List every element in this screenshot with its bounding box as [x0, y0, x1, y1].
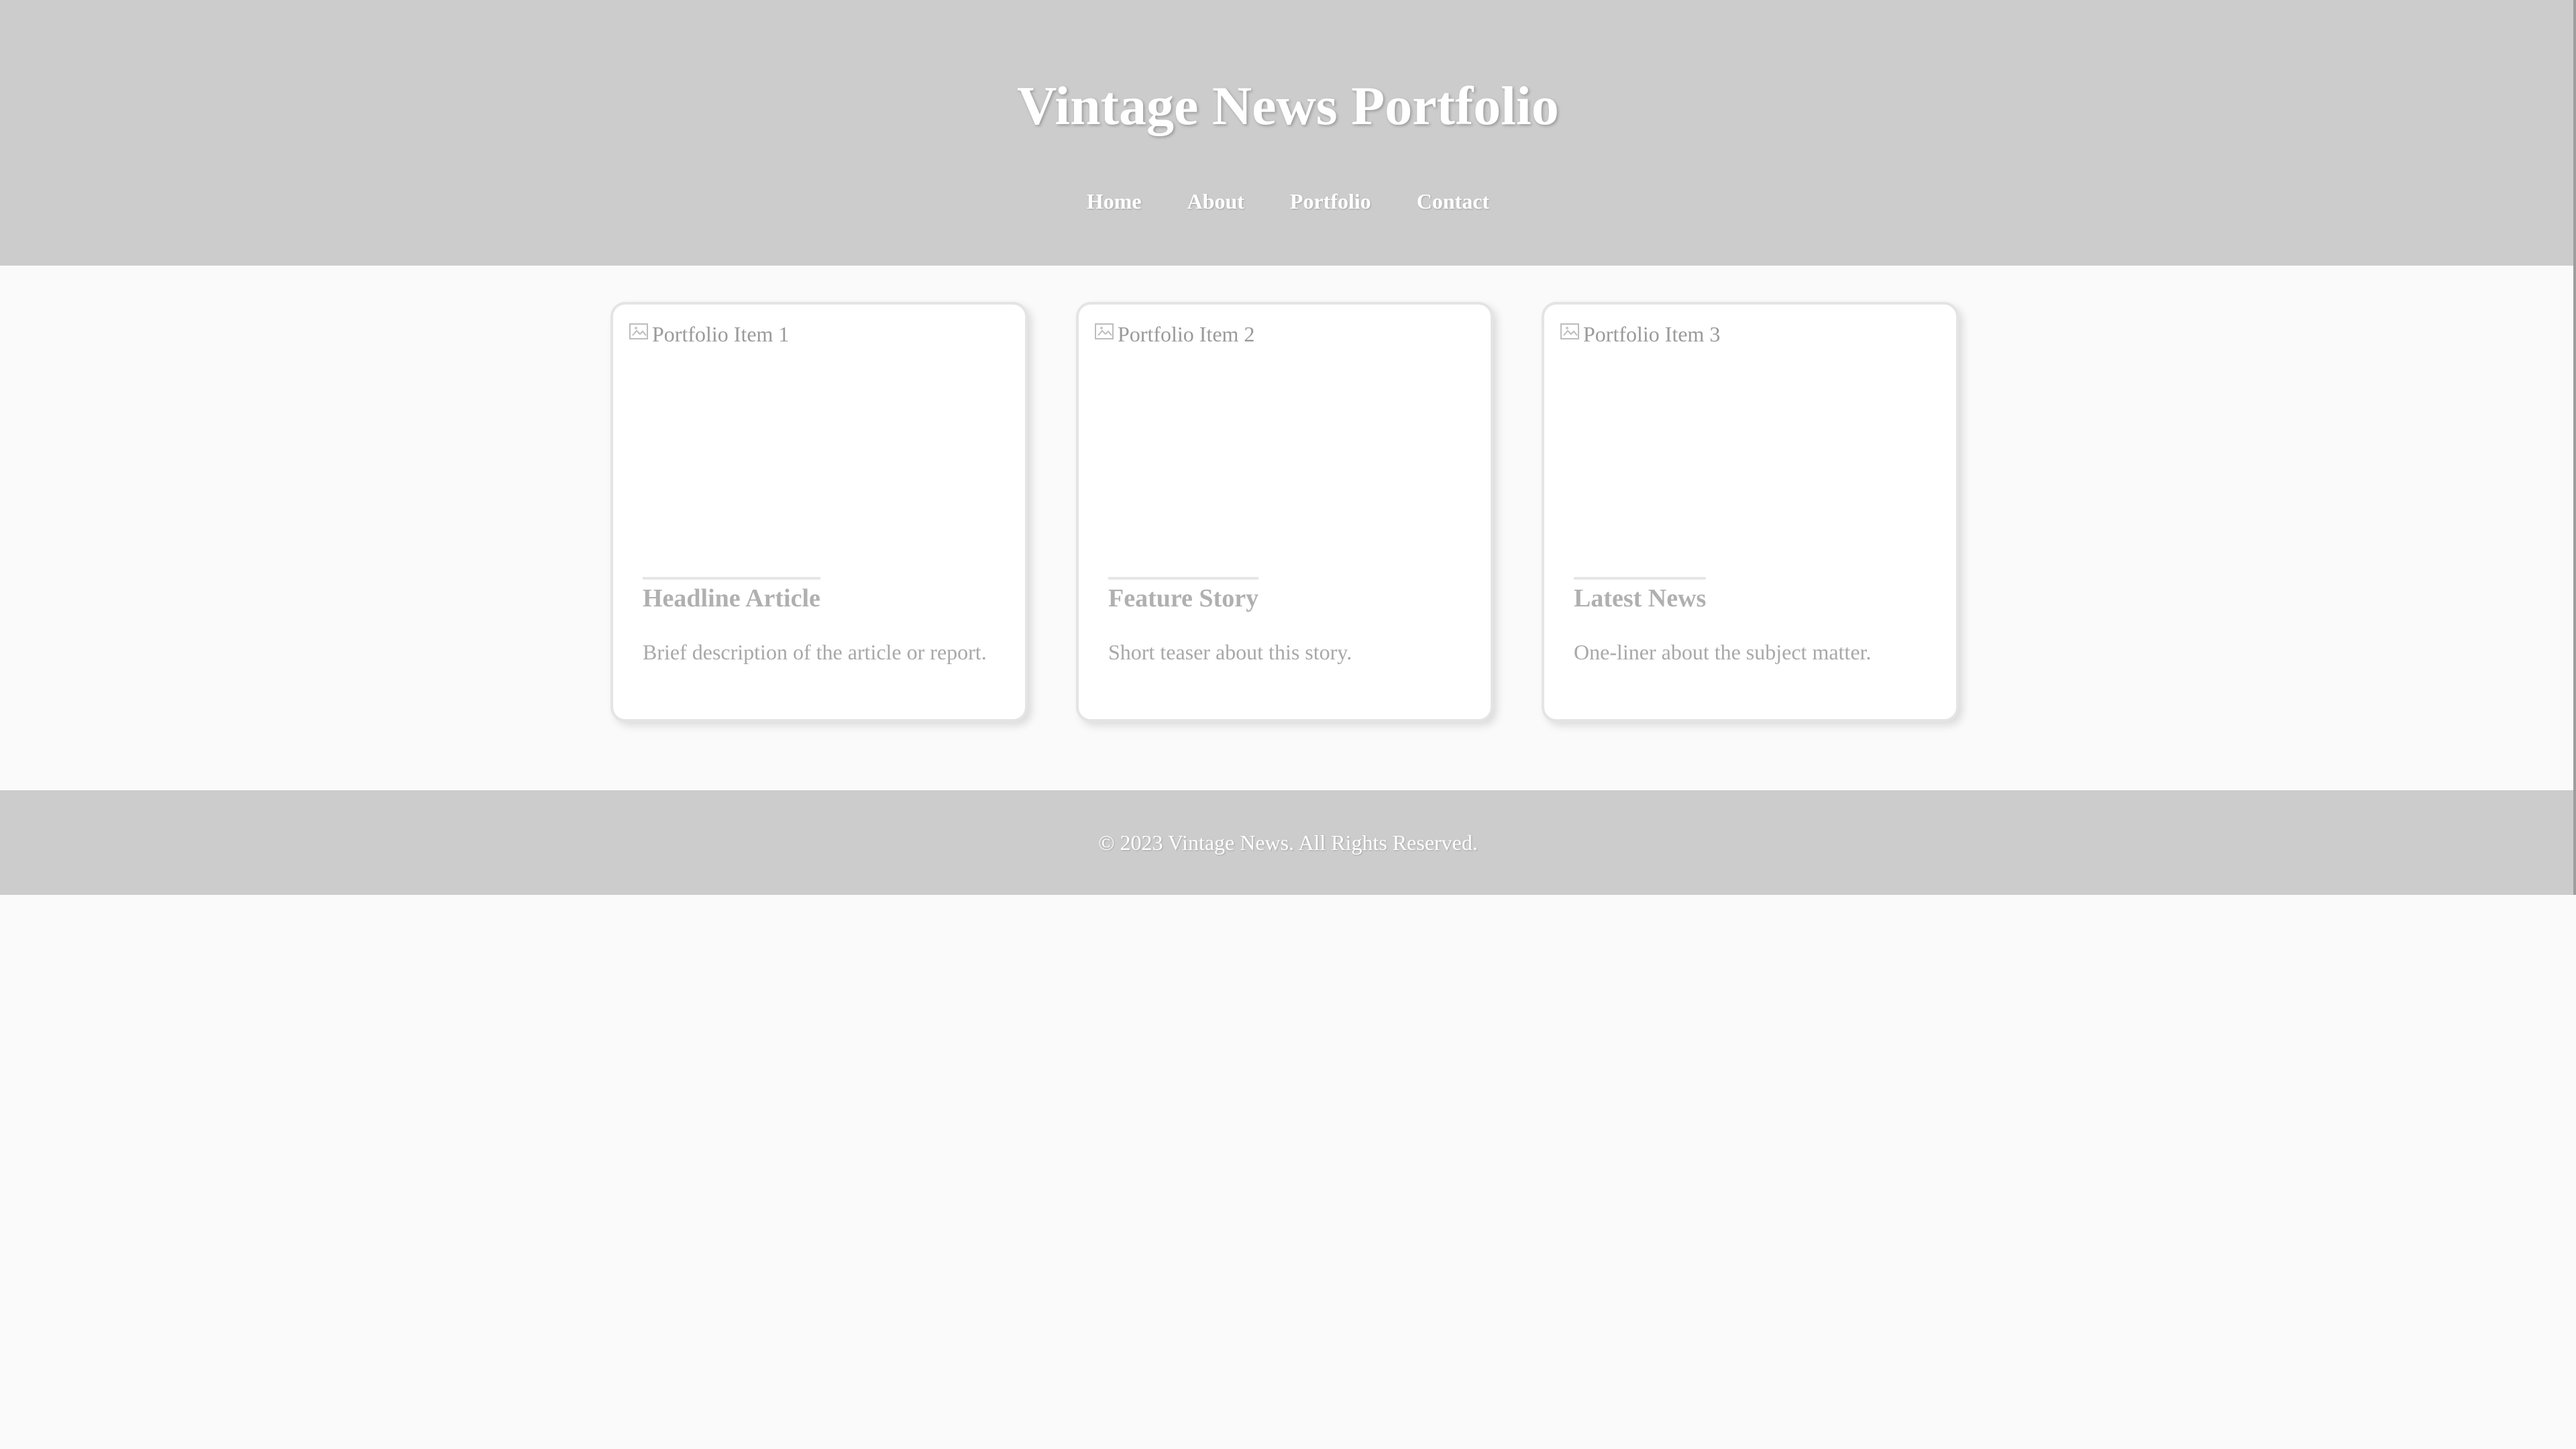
- nav-link-portfolio[interactable]: Portfolio: [1290, 185, 1371, 217]
- portfolio-grid: Portfolio Item 1 Headline Article Brief …: [610, 302, 1959, 722]
- nav-link-home[interactable]: Home: [1087, 185, 1142, 217]
- site-footer: © 2023 Vintage News. All Rights Reserved…: [0, 790, 2576, 895]
- main-nav: Home About Portfolio Contact: [0, 185, 2576, 217]
- portfolio-card[interactable]: Portfolio Item 3 Latest News One-liner a…: [1542, 302, 1959, 722]
- page: Vintage News Portfolio Home About Portfo…: [0, 0, 2576, 1449]
- card-description: One-liner about the subject matter.: [1574, 640, 1872, 664]
- image-alt-text: Portfolio Item 1: [652, 322, 790, 346]
- image-alt-text: Portfolio Item 3: [1583, 322, 1721, 346]
- scrollbar[interactable]: [2573, 0, 2576, 895]
- broken-image-icon: [1095, 323, 1114, 339]
- broken-image-icon: [1560, 323, 1579, 339]
- copyright-text: © 2023 Vintage News. All Rights Reserved…: [1098, 830, 1478, 855]
- card-title: Headline Article: [643, 577, 820, 617]
- site-title: Vintage News Portfolio: [1017, 75, 1559, 136]
- nav-link-contact[interactable]: Contact: [1417, 185, 1489, 217]
- card-description: Short teaser about this story.: [1108, 640, 1352, 664]
- portfolio-image: Portfolio Item 3: [1559, 319, 1947, 547]
- portfolio-card[interactable]: Portfolio Item 2 Feature Story Short tea…: [1076, 302, 1493, 722]
- portfolio-image: Portfolio Item 2: [1093, 319, 1481, 547]
- portfolio-image: Portfolio Item 1: [628, 319, 1016, 547]
- nav-link-about[interactable]: About: [1187, 185, 1244, 217]
- broken-image-icon: [629, 323, 648, 339]
- image-alt-text: Portfolio Item 2: [1118, 322, 1255, 346]
- site-header: Vintage News Portfolio Home About Portfo…: [0, 0, 2576, 266]
- card-title: Latest News: [1574, 577, 1707, 617]
- card-description: Brief description of the article or repo…: [643, 640, 987, 664]
- portfolio-card[interactable]: Portfolio Item 1 Headline Article Brief …: [610, 302, 1028, 722]
- card-title: Feature Story: [1108, 577, 1259, 617]
